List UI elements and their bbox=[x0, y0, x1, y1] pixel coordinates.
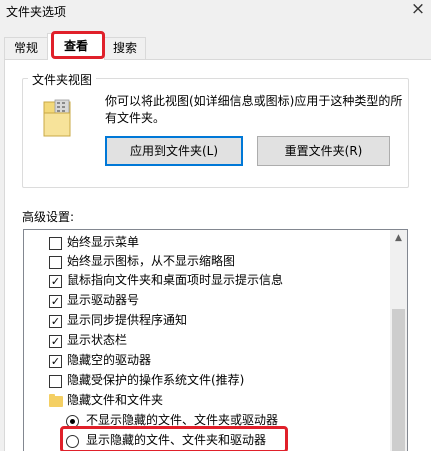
checkbox[interactable]: ✓ bbox=[49, 295, 62, 308]
checkbox[interactable]: ✓ bbox=[49, 275, 62, 288]
window-title: 文件夹选项 bbox=[6, 5, 67, 19]
advanced-settings-label: 高级设置: bbox=[22, 210, 75, 224]
close-icon[interactable]: × bbox=[405, 0, 431, 20]
checkbox[interactable] bbox=[49, 375, 62, 388]
scroll-up-icon[interactable]: ▲ bbox=[390, 230, 407, 247]
folder-views-description: 你可以将此视图(如详细信息或图标)应用于这种类型的所有文件夹。 bbox=[105, 94, 403, 125]
checkbox[interactable] bbox=[49, 256, 62, 269]
tab-general[interactable]: 常规 bbox=[4, 37, 48, 59]
checkbox[interactable]: ✓ bbox=[49, 355, 62, 368]
tab-search[interactable]: 搜索 bbox=[104, 37, 146, 59]
apply-to-folders-button[interactable]: 应用到文件夹(L) bbox=[105, 136, 243, 166]
radio-button[interactable] bbox=[66, 435, 79, 448]
checkbox[interactable] bbox=[49, 237, 62, 250]
advanced-settings-tree[interactable]: 始终显示菜单 始终显示图标，从不显示缩略图 ✓ 鼠标指向文件夹和桌面项时显示提示… bbox=[23, 229, 408, 451]
checkbox[interactable]: ✓ bbox=[49, 335, 62, 348]
checkbox[interactable]: ✓ bbox=[49, 315, 62, 328]
folder-views-icon bbox=[43, 99, 71, 137]
tab-view[interactable]: 查看 bbox=[47, 33, 105, 60]
radio-button[interactable] bbox=[66, 415, 79, 428]
scrollbar-thumb[interactable] bbox=[392, 309, 405, 451]
folder-views-title: 文件夹视图 bbox=[28, 71, 97, 88]
reset-folders-button[interactable]: 重置文件夹(R) bbox=[257, 136, 390, 166]
folder-icon bbox=[49, 394, 63, 407]
